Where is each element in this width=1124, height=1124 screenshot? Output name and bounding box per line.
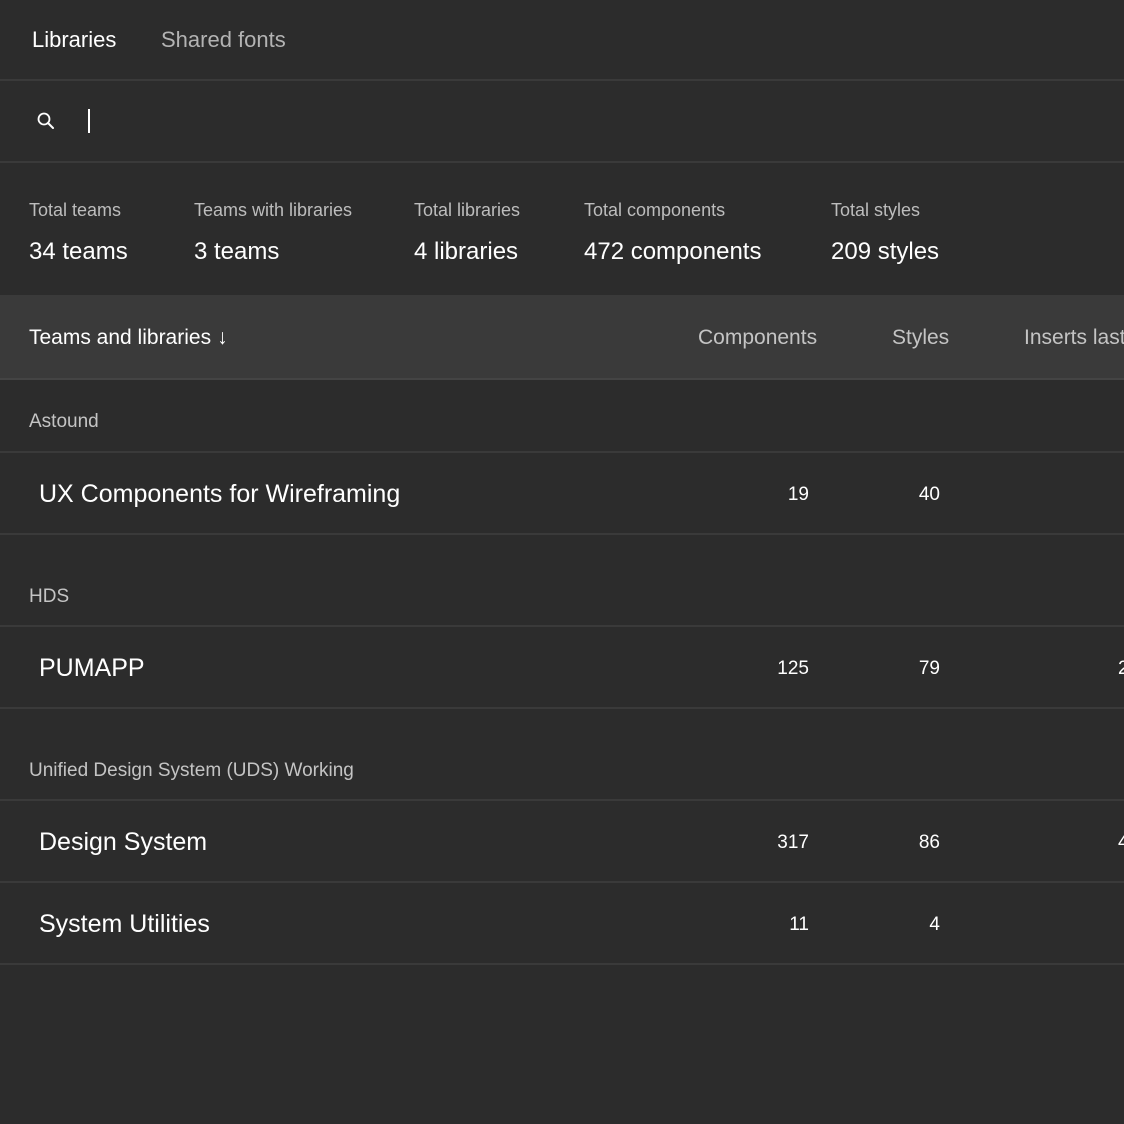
library-name: PUMAPP: [39, 654, 145, 682]
library-name: System Utilities: [39, 910, 210, 938]
stat-total-styles: Total styles 209 styles: [831, 199, 939, 267]
stat-value: 4 libraries: [414, 238, 519, 265]
stat-label: Total libraries: [414, 200, 521, 220]
stat-value: 34 teams: [29, 238, 128, 265]
tab-libraries[interactable]: Libraries: [32, 26, 116, 54]
stat-teams-with-libraries: Teams with libraries 3 teams: [194, 199, 352, 267]
styles-count: 40: [918, 484, 940, 505]
team-header-uds: Unified Design System (UDS) Working: [0, 709, 1124, 801]
stat-total-teams: Total teams 34 teams: [29, 199, 128, 267]
stat-label: Total components: [584, 200, 726, 220]
team-header-astound: Astound: [0, 380, 1124, 453]
library-name: Design System: [39, 828, 208, 856]
styles-count: 79: [918, 658, 940, 679]
column-header-inserts-last[interactable]: Inserts last: [1024, 325, 1124, 351]
team-name: Unified Design System (UDS) Working: [29, 760, 354, 781]
stat-total-libraries: Total libraries 4 libraries: [414, 199, 520, 267]
text-caret: [88, 109, 90, 133]
library-name: UX Components for Wireframing: [39, 480, 401, 508]
stat-value: 472 components: [584, 238, 762, 265]
team-name: HDS: [29, 586, 70, 607]
search-icon: [37, 112, 54, 129]
tab-shared-fonts[interactable]: Shared fonts: [161, 26, 286, 54]
styles-count: 86: [918, 832, 940, 853]
stat-label: Total styles: [831, 200, 921, 220]
stat-value: 209 styles: [831, 238, 940, 265]
team-name: Astound: [29, 411, 99, 432]
inserts-count: 2: [1118, 658, 1124, 679]
table-header: Teams and libraries ↓ Components Styles I…: [0, 297, 1124, 380]
search-input[interactable]: [82, 106, 1082, 136]
components-count: 317: [777, 832, 809, 853]
styles-count: 4: [929, 914, 940, 935]
components-count: 11: [789, 914, 809, 935]
stat-label: Total teams: [29, 200, 122, 220]
tab-bar: Libraries Shared fonts: [0, 0, 1124, 81]
table-row[interactable]: System Utilities 11 4: [0, 883, 1124, 965]
stat-value: 3 teams: [194, 238, 280, 265]
stat-label: Teams with libraries: [194, 200, 353, 220]
column-header-teams-and-libraries[interactable]: Teams and libraries ↓: [29, 325, 228, 351]
team-header-hds: HDS: [0, 535, 1124, 627]
components-count: 125: [777, 658, 809, 679]
stat-total-components: Total components 472 components: [584, 199, 761, 267]
column-header-label: Teams and libraries: [29, 326, 212, 349]
column-header-components[interactable]: Components: [698, 325, 817, 351]
table-row[interactable]: Design System 317 86 4: [0, 801, 1124, 883]
column-header-styles[interactable]: Styles: [892, 325, 949, 351]
components-count: 19: [787, 484, 809, 505]
stats-summary: Total teams 34 teams Teams with librarie…: [0, 163, 1124, 297]
table-row[interactable]: UX Components for Wireframing 19 40: [0, 453, 1124, 535]
arrow-down-icon: ↓: [217, 326, 228, 349]
table-row[interactable]: PUMAPP 125 79 2: [0, 627, 1124, 709]
libraries-page: Libraries Shared fonts Total teams 34 te…: [0, 0, 1124, 1124]
inserts-count: 4: [1118, 832, 1124, 853]
